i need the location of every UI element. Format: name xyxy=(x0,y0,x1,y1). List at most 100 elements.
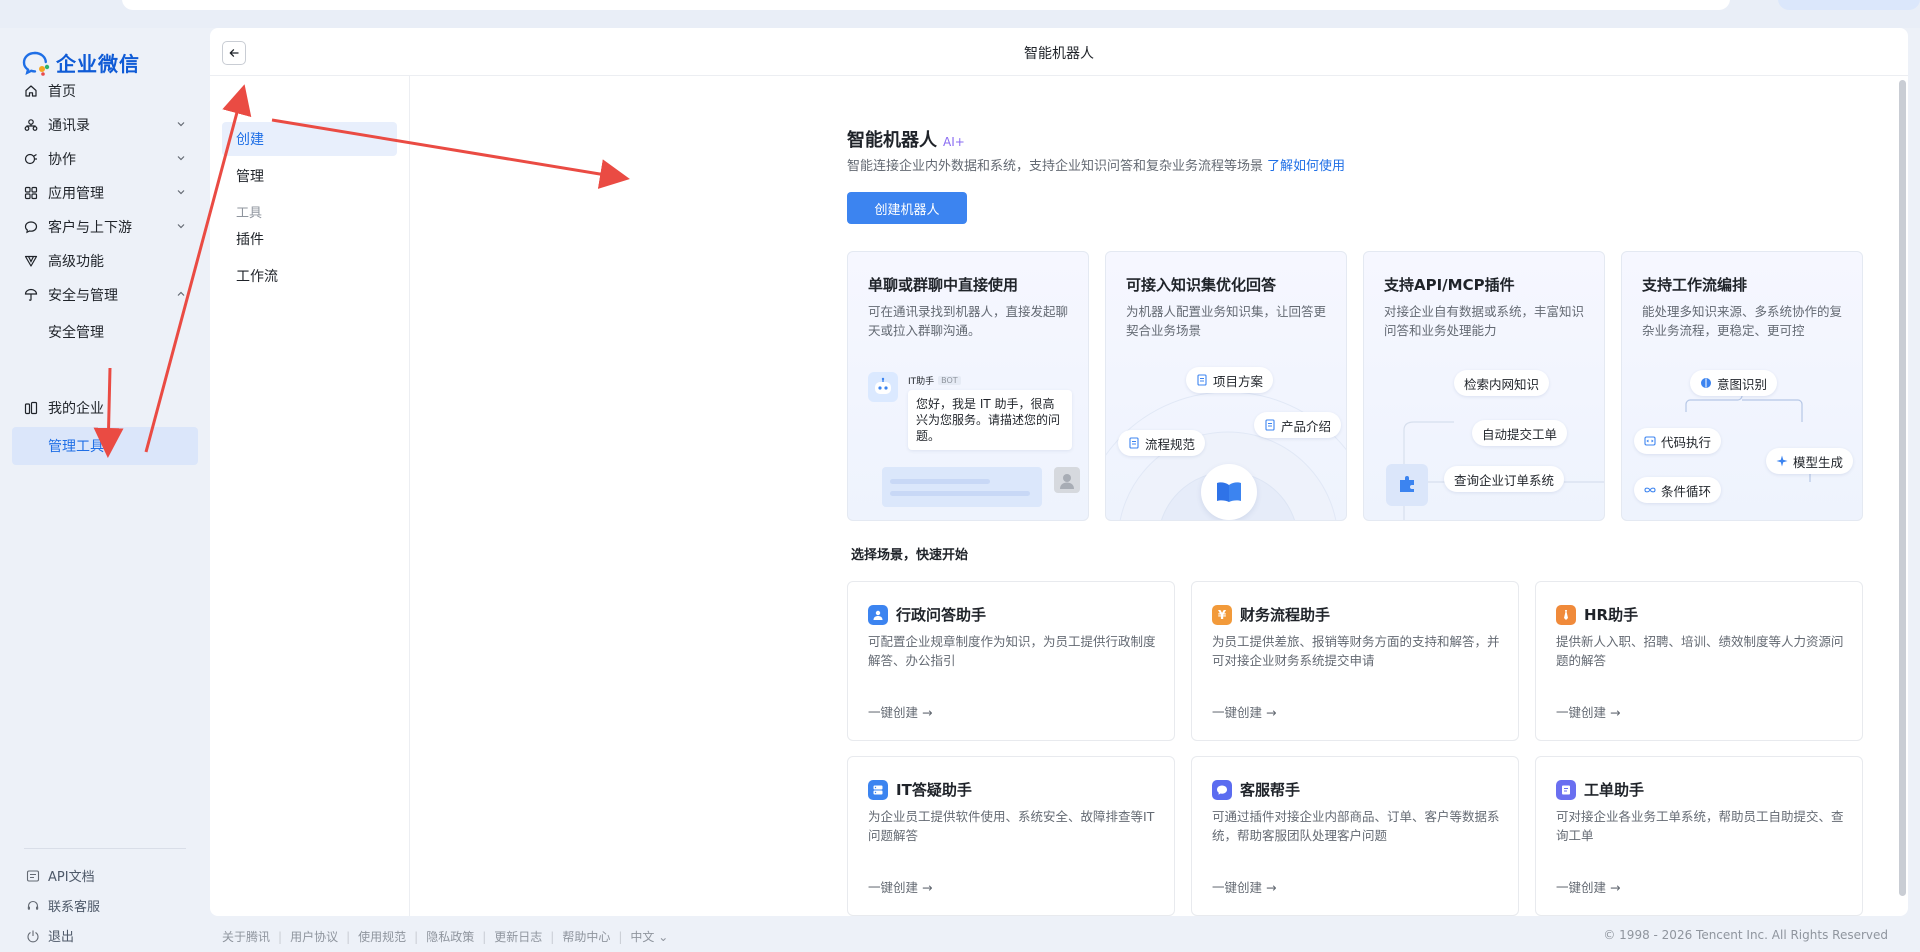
logout-icon xyxy=(27,930,39,942)
nav-item-security-management[interactable]: 安全与管理 xyxy=(12,276,198,314)
sub-navigation: 创建 管理 工具 插件 工作流 xyxy=(210,76,410,916)
template-title: HR助手 xyxy=(1584,606,1639,624)
footer-link[interactable]: 关于腾讯 xyxy=(222,928,270,945)
template-header: ¥ 财务流程助手 xyxy=(1212,604,1330,625)
security-icon xyxy=(24,288,38,302)
nav-item-customers[interactable]: 客户与上下游 xyxy=(12,208,198,246)
template-header: 客服帮手 xyxy=(1212,779,1300,800)
nav-item-collab[interactable]: 协作 xyxy=(12,140,198,178)
template-card-customer-service[interactable]: 客服帮手 可通过插件对接企业内部商品、订单、客户等数据系统，帮助客服团队处理客户… xyxy=(1191,756,1519,916)
nav-subitem-security[interactable]: 安全管理 xyxy=(12,313,198,351)
template-title: 行政问答助手 xyxy=(896,606,987,624)
nav-item-label: 协作 xyxy=(48,152,76,168)
template-card-ticket[interactable]: 工单助手 可对接企业各业务工单系统，帮助员工自助提交、查询工单 一键创建 → xyxy=(1535,756,1863,916)
template-card-hr[interactable]: HR助手 提供新人入职、招聘、培训、绩效制度等人力资源问题的解答 一键创建 → xyxy=(1535,581,1863,741)
template-card-admin-qa[interactable]: 行政问答助手 可配置企业规章制度作为知识，为员工提供行政制度解答、办公指引 一键… xyxy=(847,581,1175,741)
chip-label: 流程规范 xyxy=(1145,436,1196,452)
nav-api-docs[interactable]: API文档 xyxy=(26,866,95,885)
nav-item-home[interactable]: 首页 xyxy=(12,72,198,110)
nav-item-apps[interactable]: 应用管理 xyxy=(12,174,198,212)
feature-card-knowledge: 可接入知识集优化回答 为机器人配置业务知识集，让回答更契合业务场景 项目方案 产… xyxy=(1105,251,1347,521)
subnav-item-plugins[interactable]: 插件 xyxy=(222,222,397,256)
brain-icon xyxy=(1701,378,1711,388)
one-click-create-link[interactable]: 一键创建 → xyxy=(1212,877,1276,896)
template-desc: 可通过插件对接企业内部商品、订单、客户等数据系统，帮助客服团队处理客户问题 xyxy=(1212,809,1500,843)
chip-label: 条件循环 xyxy=(1661,483,1712,499)
footer-link[interactable]: 帮助中心 xyxy=(562,928,610,945)
arrow-right-icon: → xyxy=(1610,705,1621,720)
nav-logout[interactable]: 退出 xyxy=(26,926,74,945)
learn-more-link[interactable]: 了解如何使用 xyxy=(1267,159,1345,174)
nav-contact-support[interactable]: 联系客服 xyxy=(26,896,100,915)
nav-item-label: 客户与上下游 xyxy=(48,220,132,236)
card-header: 智能机器人 xyxy=(210,28,1908,76)
chat-sender: IT助手 BOT xyxy=(908,374,961,387)
chip-label: 代码执行 xyxy=(1661,434,1712,450)
template-header: 行政问答助手 xyxy=(868,604,986,625)
robot-avatar-icon xyxy=(868,372,898,402)
chip-label: 产品介绍 xyxy=(1281,418,1332,434)
doc-icon xyxy=(1265,419,1275,431)
ticket-icon xyxy=(1556,779,1576,800)
nav-subitem-admin-tools[interactable]: 管理工具 xyxy=(12,427,198,465)
chip-code-exec: 代码执行 xyxy=(1634,428,1722,454)
scrollbar[interactable] xyxy=(1899,80,1906,896)
server-icon xyxy=(868,779,888,800)
message-icon xyxy=(1212,779,1232,800)
heading-text: 智能机器人 xyxy=(847,130,937,151)
nav-item-contacts[interactable]: 通讯录 xyxy=(12,106,198,144)
language-switcher[interactable]: 中文 ⌄ xyxy=(630,928,668,945)
nav-item-label: 高级功能 xyxy=(48,254,104,270)
chat-icon xyxy=(24,220,38,234)
feature-card-plugins: 支持API/MCP插件 对接企业自有数据或系统，丰富知识问答和业务处理能力 检索… xyxy=(1363,251,1605,521)
description-text: 智能连接企业内外数据和系统，支持企业知识问答和复杂业务流程等场景 xyxy=(847,159,1264,174)
one-click-create-link[interactable]: 一键创建 → xyxy=(1556,877,1620,896)
template-card-finance[interactable]: ¥ 财务流程助手 为员工提供差旅、报销等财务方面的支持和解答，并可对接企业财务系统… xyxy=(1191,581,1519,741)
admin-person-icon xyxy=(868,604,888,625)
top-right-button[interactable] xyxy=(1778,0,1920,10)
address-bar[interactable] xyxy=(122,0,1730,10)
nav-item-label: 安全管理 xyxy=(48,325,104,341)
footer-separator: | xyxy=(278,929,283,944)
arrow-right-icon: → xyxy=(1266,880,1277,895)
nav-item-label: 安全与管理 xyxy=(48,288,118,304)
collab-icon xyxy=(24,152,38,166)
create-robot-button[interactable]: 创建机器人 xyxy=(847,192,967,224)
home-icon xyxy=(24,84,38,98)
feature-title: 单聊或群聊中直接使用 xyxy=(868,276,1019,294)
one-click-create-link[interactable]: 一键创建 → xyxy=(868,877,932,896)
subnav-item-workflow[interactable]: 工作流 xyxy=(222,259,397,293)
nav-item-label: 应用管理 xyxy=(48,186,104,202)
footer-link[interactable]: 使用规范 xyxy=(358,928,406,945)
footer-link[interactable]: 更新日志 xyxy=(494,928,542,945)
chip-label: 检索内网知识 xyxy=(1464,376,1540,392)
copyright: © 1998 - 2026 Tencent Inc. All Rights Re… xyxy=(1603,928,1888,942)
footer-separator: | xyxy=(618,929,623,944)
one-click-create-link[interactable]: 一键创建 → xyxy=(1556,702,1620,721)
bot-tag: BOT xyxy=(938,376,961,385)
chip-label: 自动提交工单 xyxy=(1482,426,1558,442)
feature-title: 可接入知识集优化回答 xyxy=(1126,276,1277,294)
footer-link[interactable]: 用户协议 xyxy=(290,928,338,945)
template-desc: 为企业员工提供软件使用、系统安全、故障排查等IT问题解答 xyxy=(868,809,1155,843)
chip-intent-recognition: 意图识别 xyxy=(1690,370,1778,396)
footer-link[interactable]: 隐私政策 xyxy=(426,928,474,945)
nav-item-my-company[interactable]: 我的企业 xyxy=(12,389,198,427)
feature-title: 支持工作流编排 xyxy=(1642,276,1748,294)
subnav-label: 插件 xyxy=(236,232,264,248)
nav-item-advanced[interactable]: 高级功能 xyxy=(12,242,198,280)
doc-icon xyxy=(1129,437,1139,449)
one-click-create-link[interactable]: 一键创建 → xyxy=(868,702,932,721)
page-title: 智能机器人 xyxy=(1024,46,1094,62)
subnav-item-manage[interactable]: 管理 xyxy=(222,159,397,193)
subnav-item-create[interactable]: 创建 xyxy=(222,122,397,156)
code-icon xyxy=(1644,436,1656,446)
subnav-label: 工具 xyxy=(236,205,263,221)
one-click-create-link[interactable]: 一键创建 → xyxy=(1212,702,1276,721)
chevron-down-icon xyxy=(177,224,185,229)
template-title: 工单助手 xyxy=(1584,781,1645,799)
template-card-it-qa[interactable]: IT答疑助手 为企业员工提供软件使用、系统安全、故障排查等IT问题解答 一键创建… xyxy=(847,756,1175,916)
template-header: IT答疑助手 xyxy=(868,779,972,800)
chip-label: 查询企业订单系统 xyxy=(1454,472,1555,488)
left-navigation: 企业微信 首页 通讯录 协作 应用管理 客户与上下游 高级功能 安全与管理 安全… xyxy=(0,28,210,952)
